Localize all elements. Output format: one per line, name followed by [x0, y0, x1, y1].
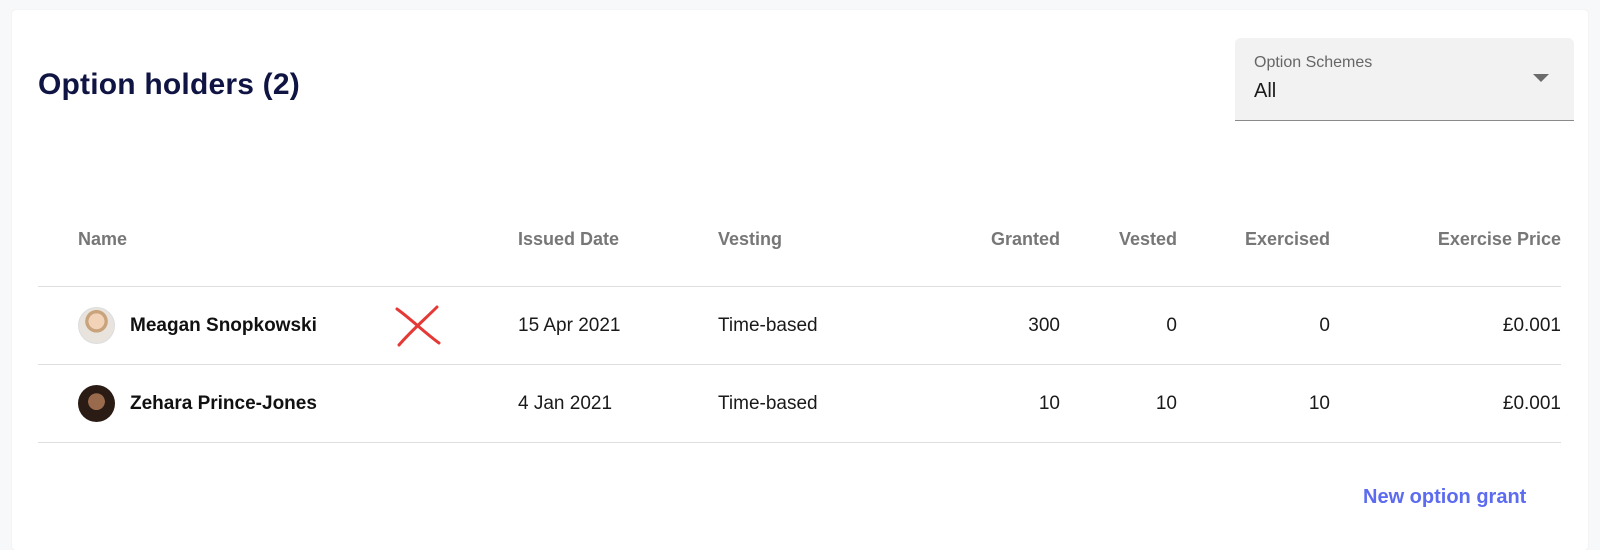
holder-name[interactable]: Meagan Snopkowski: [130, 315, 317, 337]
vested-cell: 10: [1155, 392, 1177, 414]
column-header-vesting[interactable]: Vesting: [718, 200, 898, 286]
issued-date-cell: 4 Jan 2021: [518, 392, 613, 414]
column-header-vested[interactable]: Vested: [1078, 200, 1177, 286]
holder-cell: Meagan Snopkowski: [78, 287, 438, 364]
column-header-issued-date[interactable]: Issued Date: [518, 200, 678, 286]
option-holders-table: Name Issued Date Vesting Granted Vested …: [38, 200, 1561, 443]
vesting-cell: Time-based: [718, 314, 818, 336]
avatar: [78, 385, 115, 422]
red-x-mark-icon: [395, 305, 441, 347]
exercised-cell: 10: [1308, 392, 1330, 414]
table-row[interactable]: Meagan Snopkowski 15 Apr 2021 Time-based…: [38, 287, 1561, 365]
vested-cell: 0: [1166, 314, 1177, 336]
granted-cell: 10: [1038, 392, 1060, 414]
issued-date-cell: 15 Apr 2021: [518, 314, 621, 336]
option-schemes-value: All: [1254, 80, 1277, 102]
new-option-grant-link[interactable]: New option grant: [1363, 486, 1526, 509]
table-header-row: Name Issued Date Vesting Granted Vested …: [38, 200, 1561, 287]
vesting-cell: Time-based: [718, 392, 818, 414]
column-header-granted[interactable]: Granted: [918, 200, 1060, 286]
granted-cell: 300: [1028, 314, 1060, 336]
option-schemes-label: Option Schemes: [1254, 54, 1373, 71]
arrow-drop-down-icon[interactable]: [1533, 74, 1549, 82]
page-title: Option holders (2): [38, 68, 300, 101]
option-schemes-select[interactable]: Option Schemes All: [1235, 38, 1574, 121]
holder-cell: Zehara Prince-Jones: [78, 365, 438, 442]
exercised-cell: 0: [1319, 314, 1330, 336]
avatar: [78, 307, 115, 344]
column-header-exercise-price[interactable]: Exercise Price: [1378, 200, 1561, 286]
table-row[interactable]: Zehara Prince-Jones 4 Jan 2021 Time-base…: [38, 365, 1561, 443]
exercise-price-cell: £0.001: [1502, 392, 1561, 414]
option-holders-card: Option holders (2) Option Schemes All Na…: [12, 10, 1588, 550]
exercise-price-cell: £0.001: [1502, 314, 1561, 336]
column-header-name[interactable]: Name: [78, 200, 438, 286]
column-header-exercised[interactable]: Exercised: [1198, 200, 1330, 286]
holder-name[interactable]: Zehara Prince-Jones: [130, 393, 317, 415]
